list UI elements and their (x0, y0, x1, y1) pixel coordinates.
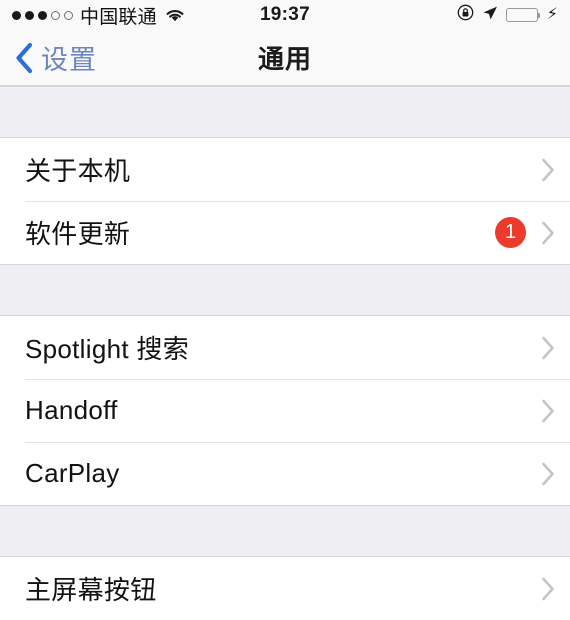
chevron-right-icon (540, 461, 556, 487)
lightning-bolt-icon: ⚡ (546, 6, 558, 23)
group-spacer (0, 264, 570, 316)
row-label: Handoff (25, 395, 118, 425)
chevron-left-icon (14, 42, 34, 74)
chevron-right-icon (540, 398, 556, 424)
chevron-right-icon (540, 220, 556, 246)
row-label: Spotlight 搜索 (25, 334, 190, 364)
back-button-label: 设置 (41, 45, 97, 75)
row-spotlight-search[interactable]: Spotlight 搜索 (0, 316, 570, 379)
row-about[interactable]: 关于本机 (0, 138, 570, 201)
settings-general-screen: 中国联通 19:37 ⚡ 设置 通用 关于本机 软件更新 1 Spotlight… (0, 0, 570, 620)
row-accessory (540, 398, 556, 424)
row-handoff[interactable]: Handoff (0, 379, 570, 442)
row-home-button[interactable]: 主屏幕按钮 (0, 557, 570, 620)
signal-strength-icon (12, 10, 73, 20)
settings-list: 关于本机 软件更新 1 Spotlight 搜索 Handoff CarPlay… (0, 86, 570, 620)
settings-group-2: Spotlight 搜索 Handoff CarPlay (0, 316, 570, 505)
status-bar-left: 中国联通 (12, 2, 186, 29)
wifi-icon (164, 7, 186, 23)
row-label: 关于本机 (25, 156, 131, 186)
row-software-update[interactable]: 软件更新 1 (0, 201, 570, 264)
carrier-label: 中国联通 (80, 6, 157, 28)
chevron-right-icon (540, 157, 556, 183)
rotation-lock-icon (457, 4, 474, 26)
row-carplay[interactable]: CarPlay (0, 442, 570, 505)
row-label: 主屏幕按钮 (25, 575, 157, 605)
battery-icon (505, 8, 541, 22)
row-accessory (540, 335, 556, 361)
row-label: CarPlay (25, 458, 120, 488)
row-accessory: 1 (495, 217, 556, 248)
status-badge: 1 (495, 217, 526, 248)
row-label: 软件更新 (25, 219, 131, 249)
status-bar: 中国联通 19:37 ⚡ (0, 0, 570, 30)
chevron-right-icon (540, 335, 556, 361)
row-accessory (540, 576, 556, 602)
group-spacer (0, 505, 570, 557)
back-button[interactable]: 设置 (0, 38, 97, 77)
navigation-bar: 设置 通用 (0, 30, 570, 86)
group-spacer (0, 86, 570, 138)
location-arrow-icon (482, 5, 498, 26)
settings-group-3: 主屏幕按钮 (0, 557, 570, 620)
row-accessory (540, 461, 556, 487)
chevron-right-icon (540, 576, 556, 602)
row-accessory (540, 157, 556, 183)
status-bar-right: ⚡ (457, 4, 558, 26)
settings-group-1: 关于本机 软件更新 1 (0, 138, 570, 264)
